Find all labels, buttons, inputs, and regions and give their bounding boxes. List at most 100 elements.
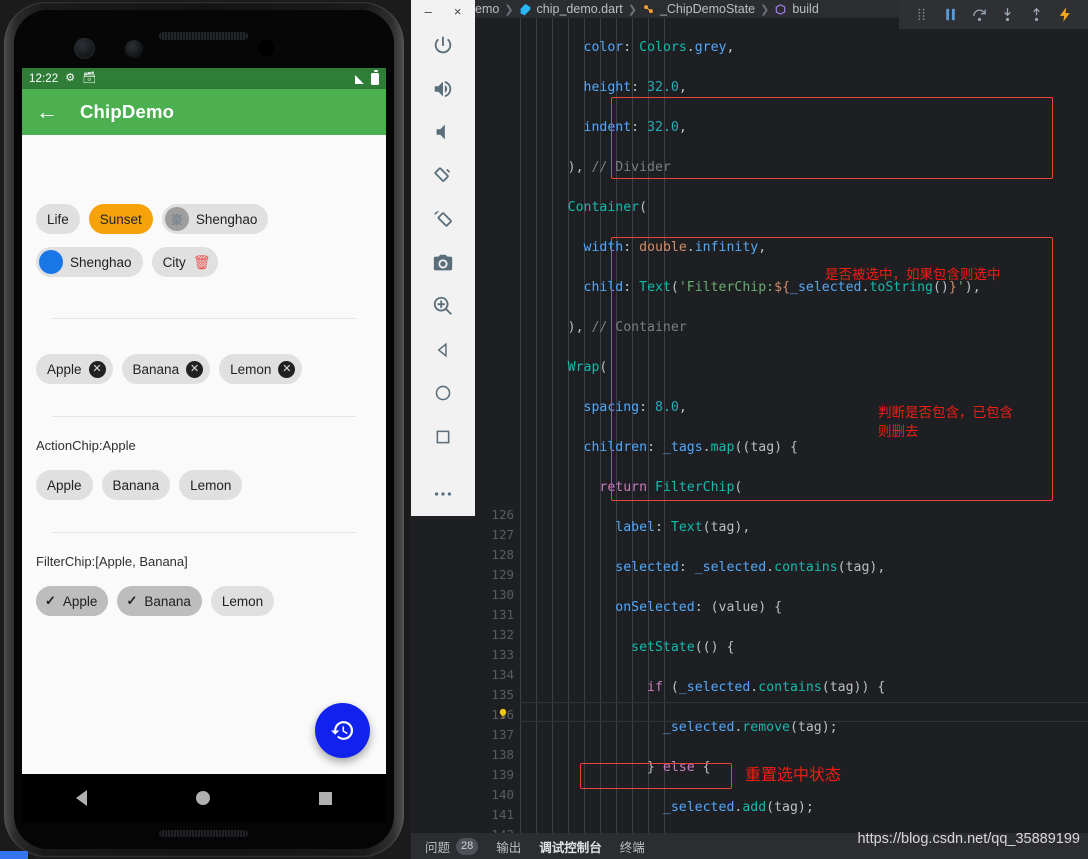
line-number-with-breakpoint[interactable]: 134 bbox=[475, 665, 520, 685]
chip-label: Banana bbox=[144, 593, 191, 609]
breadcrumb-class[interactable]: _ChipDemoState bbox=[660, 2, 755, 16]
code-line: ), // Divider bbox=[520, 160, 671, 175]
line-number: 135 bbox=[491, 687, 514, 702]
close-button[interactable]: × bbox=[454, 4, 462, 19]
breadcrumb-project[interactable]: emo bbox=[475, 2, 499, 16]
minimize-button[interactable]: – bbox=[425, 4, 432, 19]
phone-frame: 12:22 ⚙ 🗃 ← ChipDemo bbox=[4, 2, 404, 857]
line-number: 131 bbox=[491, 607, 514, 622]
close-circle-icon[interactable]: ✕ bbox=[186, 360, 204, 378]
volume-down-icon[interactable] bbox=[421, 111, 465, 154]
delete-trash-icon[interactable]: 🗑 bbox=[193, 254, 211, 271]
home-circle-icon[interactable] bbox=[421, 372, 465, 415]
volume-up-icon[interactable] bbox=[421, 67, 465, 110]
code-editor[interactable]: 126 127 128 129 130 131 132 133 134 135 … bbox=[475, 18, 1088, 833]
check-icon: ✓ bbox=[126, 593, 138, 608]
floating-action-button[interactable] bbox=[315, 703, 370, 758]
step-over-icon[interactable] bbox=[971, 6, 988, 23]
chevron-right-icon: ❯ bbox=[627, 3, 637, 16]
chip-label: Apple bbox=[62, 593, 98, 609]
code-line: width: double.infinity, bbox=[583, 240, 767, 255]
back-triangle-icon[interactable] bbox=[421, 328, 465, 371]
back-arrow-icon[interactable]: ← bbox=[36, 101, 58, 123]
phone-screen[interactable]: 12:22 ⚙ 🗃 ← ChipDemo bbox=[22, 68, 386, 774]
chip-banana-deletable[interactable]: Banana ✕ bbox=[121, 354, 211, 384]
chip-shenghao-avatar[interactable]: 豪 Shenghao bbox=[161, 204, 269, 234]
bottom-speaker-grille bbox=[159, 830, 248, 837]
tool-tab-debug-console[interactable]: 调试控制台 bbox=[539, 837, 602, 856]
tool-tab-label: 终端 bbox=[619, 840, 645, 855]
rotate-left-icon[interactable] bbox=[421, 154, 465, 197]
chip-label: Shenghao bbox=[70, 254, 132, 270]
more-ellipsis-icon[interactable] bbox=[421, 473, 465, 516]
emulator-side-toolbar: – × bbox=[411, 0, 475, 516]
rotate-right-icon[interactable] bbox=[421, 198, 465, 241]
filter-chip-lemon[interactable]: Lemon bbox=[210, 586, 275, 616]
action-chip-banana[interactable]: Banana bbox=[101, 470, 171, 500]
step-into-icon[interactable] bbox=[999, 6, 1016, 23]
chip-label: Shenghao bbox=[195, 211, 258, 227]
android-emulator: 12:22 ⚙ 🗃 ← ChipDemo bbox=[0, 0, 410, 859]
code-line: label: Text(tag), bbox=[615, 520, 751, 535]
page-title: ChipDemo bbox=[80, 101, 175, 122]
taskbar-accent-strip bbox=[0, 851, 28, 859]
tool-tab-problems[interactable]: 问题 28 bbox=[425, 837, 479, 856]
chip-apple-deletable[interactable]: Apple ✕ bbox=[36, 354, 113, 384]
screenshot-camera-icon[interactable] bbox=[421, 241, 465, 284]
annotation-reset: 重置选中状态 bbox=[745, 765, 842, 784]
filter-chip-apple[interactable]: ✓ Apple bbox=[36, 586, 109, 616]
nav-back-triangle-icon[interactable] bbox=[76, 790, 88, 806]
power-icon[interactable] bbox=[421, 24, 465, 67]
divider-3 bbox=[52, 532, 356, 533]
intention-bulb-icon[interactable] bbox=[497, 708, 509, 720]
action-chip-apple[interactable]: Apple bbox=[36, 470, 93, 500]
code-line: onSelected: (value) { bbox=[615, 600, 783, 615]
line-number: 141 bbox=[491, 807, 514, 822]
filter-chip-banana[interactable]: ✓ Banana bbox=[117, 586, 202, 616]
chip-sunset[interactable]: Sunset bbox=[88, 204, 153, 234]
zoom-in-icon[interactable] bbox=[421, 285, 465, 328]
chip-label: Banana bbox=[132, 361, 180, 377]
chip-label: Life bbox=[47, 211, 69, 227]
chip-lemon-deletable[interactable]: Lemon ✕ bbox=[219, 354, 303, 384]
line-number: 142 bbox=[475, 825, 520, 833]
secondary-camera-icon bbox=[125, 40, 143, 58]
code-line: return FilterChip( bbox=[599, 480, 743, 495]
chip-life[interactable]: Life bbox=[36, 204, 80, 234]
debug-toolbar bbox=[899, 0, 1088, 29]
chip-label: Apple bbox=[47, 361, 82, 377]
close-circle-icon[interactable]: ✕ bbox=[88, 360, 106, 378]
line-number: 133 bbox=[491, 647, 514, 662]
pause-icon[interactable] bbox=[942, 6, 959, 23]
code-line: Wrap( bbox=[567, 360, 608, 375]
class-icon bbox=[644, 4, 653, 13]
android-status-bar: 12:22 ⚙ 🗃 bbox=[22, 68, 386, 89]
annotation-filterchip: 是否被选中，如果包含则选中 bbox=[825, 267, 1001, 283]
breadcrumb-method[interactable]: build bbox=[792, 2, 818, 16]
drag-handle-icon[interactable] bbox=[913, 6, 930, 23]
nav-recents-square-icon[interactable] bbox=[318, 791, 332, 805]
chip-shenghao-blue[interactable]: Shenghao bbox=[36, 247, 143, 277]
proximity-sensor-icon bbox=[258, 40, 274, 56]
chip-city[interactable]: City 🗑 bbox=[151, 247, 218, 277]
code-line: child: Text('FilterChip:${_selected.toSt… bbox=[583, 280, 981, 295]
code-line: height: 32.0, bbox=[583, 80, 687, 95]
line-number: 132 bbox=[491, 627, 514, 642]
front-camera-icon bbox=[74, 38, 95, 59]
tool-tab-output[interactable]: 输出 bbox=[496, 837, 521, 856]
breadcrumb-file[interactable]: chip_demo.dart bbox=[537, 2, 623, 16]
code-line: if (_selected.contains(tag)) { bbox=[647, 680, 886, 695]
close-circle-icon[interactable]: ✕ bbox=[278, 360, 296, 378]
overview-square-icon[interactable] bbox=[421, 415, 465, 458]
filter-chip-status-label: FilterChip:[Apple, Banana] bbox=[36, 554, 188, 569]
tool-tab-terminal[interactable]: 终端 bbox=[620, 837, 645, 856]
nav-home-circle-icon[interactable] bbox=[195, 791, 210, 805]
avatar bbox=[39, 250, 63, 274]
line-number: 139 bbox=[491, 767, 514, 782]
action-chip-lemon[interactable]: Lemon bbox=[179, 470, 243, 500]
code-line: color: Colors.grey, bbox=[583, 40, 735, 55]
step-out-icon[interactable] bbox=[1028, 6, 1045, 23]
evaluate-lightning-icon[interactable] bbox=[1057, 6, 1074, 23]
restore-history-icon bbox=[331, 721, 354, 740]
line-number: 126 bbox=[491, 507, 514, 522]
